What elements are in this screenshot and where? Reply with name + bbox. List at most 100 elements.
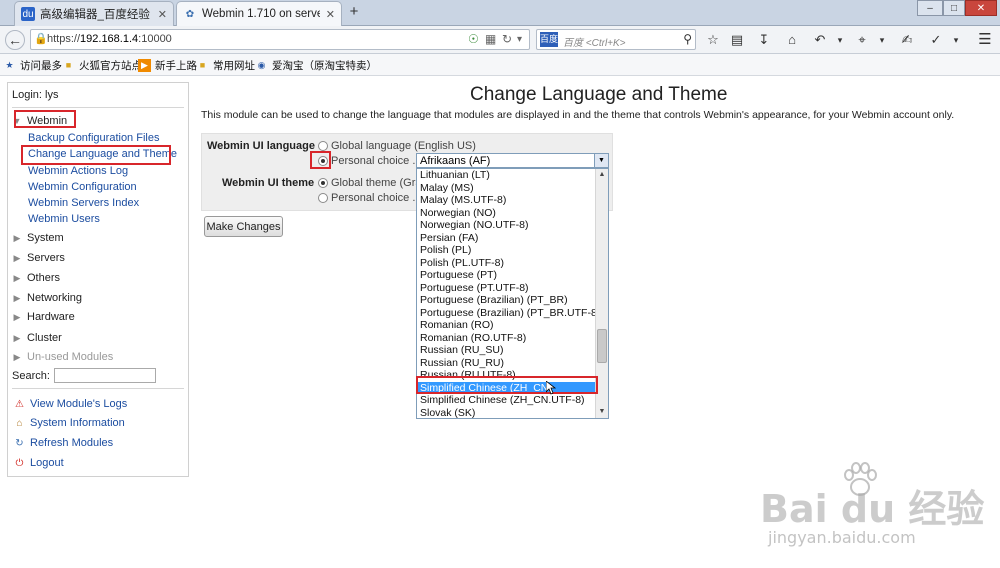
language-option[interactable]: Romanian (RO.UTF-8) [417,332,596,345]
baidu-icon: du [21,7,35,21]
address-bar[interactable]: 🔒 https://192.168.1.4:10000 ☉ ▦ ↻ ▾ [30,29,530,50]
annotation-box [416,376,598,394]
crop-icon[interactable]: ⌖ [852,30,872,50]
bookmark-most-visited[interactable]: ★ 访问最多 [3,57,62,73]
language-option[interactable]: Romanian (RO) [417,319,596,332]
reading-list-icon[interactable]: ▤ [727,30,747,50]
language-global-radio[interactable] [318,141,328,151]
category-label: Networking [27,292,83,304]
language-option[interactable]: Norwegian (NO) [417,207,596,220]
language-option[interactable]: Portuguese (Brazilian) (PT_BR) [417,294,596,307]
scrollbar-thumb[interactable] [597,329,607,363]
chevron-down-icon[interactable]: ▾ [830,30,850,50]
qrcode-icon[interactable]: ▦ [485,32,496,46]
page-title: Change Language and Theme [470,84,728,105]
webmin-icon: ✿ [185,8,195,20]
home-icon[interactable]: ⌂ [782,30,802,50]
gesture-icon[interactable]: ✓ [926,30,946,50]
sidebar-search-input[interactable] [53,368,156,383]
language-option[interactable]: Malay (MS) [417,182,596,195]
bookmark-label: 访问最多 [20,59,62,72]
language-option[interactable]: Polish (PL) [417,244,596,257]
theme-personal-radio[interactable] [318,193,328,203]
bookmark-star-icon[interactable]: ☆ [703,30,723,50]
history-dropdown-icon[interactable]: ▾ [517,34,522,45]
chevron-down-icon[interactable]: ▼ [594,154,608,167]
language-option[interactable]: Russian (RU_RU) [417,357,596,370]
tab-baidu-jingyan[interactable]: du 高级编辑器_百度经验 ✕ [14,1,174,26]
maximize-button[interactable]: □ [943,0,965,16]
undo-icon[interactable]: ↶ [810,30,830,50]
arrow-icon: ▶ [138,58,151,72]
action-view-module-logs[interactable]: ⚠ View Module's Logs [13,396,127,412]
search-icon[interactable]: ⚲ [683,32,692,46]
download-icon[interactable]: ↧ [754,30,774,50]
bookmark-taobao[interactable]: ◉ 爱淘宝（原淘宝特卖） [255,57,377,73]
action-logout[interactable]: ⏻ Logout [13,455,64,471]
module-webmin-actions-log[interactable]: Webmin Actions Log [28,165,128,177]
chevron-down-icon[interactable]: ▾ [872,30,892,50]
navigation-bar: ← 🔒 https://192.168.1.4:10000 ☉ ▦ ↻ ▾ 百度… [0,26,1000,54]
language-option[interactable]: Persian (FA) [417,232,596,245]
menu-icon[interactable]: ☰ [975,30,995,50]
chat-icon[interactable]: ✍ [897,30,917,50]
language-option[interactable]: Norwegian (NO.UTF-8) [417,219,596,232]
language-global-label: Global language (English US) [331,140,476,152]
chevron-right-icon: ▶ [13,351,21,362]
webmin-sidebar: Login: lys ▼ Webmin Backup Configuration… [7,82,189,477]
search-provider-icon[interactable]: 百度 [540,32,558,47]
login-label: Login: lys [12,89,59,101]
annotation-box [21,145,171,165]
language-personal-label: Personal choice .. [331,155,419,167]
action-system-information[interactable]: ⌂ System Information [13,415,124,431]
language-option[interactable]: Polish (PL.UTF-8) [417,257,596,270]
annotation-box [14,110,76,128]
language-option[interactable]: Malay (MS.UTF-8) [417,194,596,207]
language-option[interactable]: Portuguese (PT) [417,269,596,282]
language-option[interactable]: Simplified Chinese (ZH_CN.UTF-8) [417,394,596,407]
module-webmin-configuration[interactable]: Webmin Configuration [28,181,137,193]
module-backup-config[interactable]: Backup Configuration Files [28,132,159,144]
make-changes-button[interactable]: Make Changes [204,216,283,237]
chevron-right-icon: ▶ [13,292,21,303]
back-button[interactable]: ← [5,30,25,50]
action-label: View Module's Logs [30,398,128,410]
bookmark-common-sites[interactable]: ■ 常用网址 [196,57,255,73]
language-option[interactable]: Portuguese (Brazilian) (PT_BR.UTF-8) [417,307,596,320]
language-select[interactable]: Afrikaans (AF) ▼ [416,153,609,168]
category-others[interactable]: ▶ Others [12,270,60,286]
action-refresh-modules[interactable]: ↻ Refresh Modules [13,435,113,451]
taobao-icon: ◉ [257,59,266,70]
scroll-down-icon[interactable]: ▼ [596,406,608,418]
new-tab-button[interactable]: + [346,4,362,20]
module-webmin-users[interactable]: Webmin Users [28,213,100,225]
bookmark-firefox-site[interactable]: ■ 火狐官方站点 [62,57,142,73]
chevron-down-icon[interactable]: ▾ [946,30,966,50]
module-webmin-servers-index[interactable]: Webmin Servers Index [28,197,139,209]
category-unused-modules[interactable]: ▶ Un-used Modules [12,349,114,365]
shield-icon[interactable]: ☉ [468,32,479,46]
tab-webmin[interactable]: ✿ Webmin 1.710 on server... ✕ [176,1,342,26]
language-option[interactable]: Portuguese (PT.UTF-8) [417,282,596,295]
language-option[interactable]: Russian (RU_SU) [417,344,596,357]
bookmark-label: 火狐官方站点 [79,59,142,72]
theme-global-radio[interactable] [318,178,328,188]
language-option[interactable]: Lithuanian (LT) [417,169,596,182]
category-system[interactable]: ▶ System [12,230,64,246]
close-icon[interactable]: ✕ [326,8,335,21]
window-close-button[interactable]: ✕ [965,0,997,16]
search-box[interactable]: 百度 百度 <Ctrl+K> ⚲ [536,29,696,50]
category-hardware[interactable]: ▶ Hardware [12,309,75,325]
reload-icon[interactable]: ↻ [502,32,512,46]
bookmark-label: 爱淘宝（原淘宝特卖） [272,59,377,72]
scroll-up-icon[interactable]: ▲ [596,169,608,181]
language-option[interactable]: Slovak (SK) [417,407,596,418]
close-icon[interactable]: ✕ [158,8,167,21]
home-icon: ⌂ [16,417,23,429]
category-servers[interactable]: ▶ Servers [12,250,65,266]
minimize-button[interactable]: – [917,0,943,16]
bookmark-getting-started[interactable]: ▶ 新手上路 [138,57,197,73]
category-cluster[interactable]: ▶ Cluster [12,330,62,346]
category-networking[interactable]: ▶ Networking [12,290,83,306]
divider [12,388,184,389]
